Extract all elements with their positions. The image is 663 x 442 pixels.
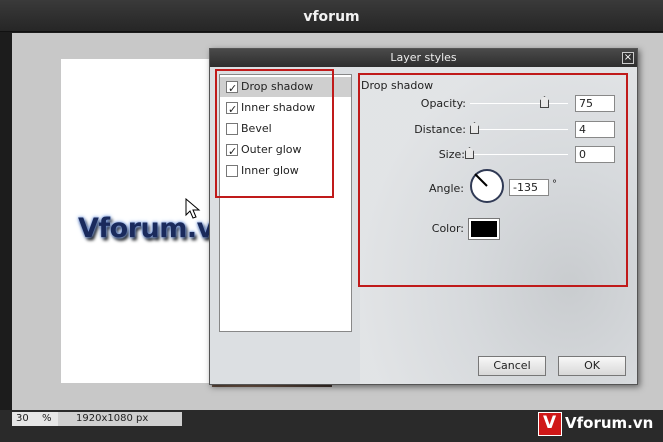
dialog-title-bar[interactable]: Layer styles × — [210, 49, 637, 67]
watermark: V Vforum.vn — [538, 412, 663, 436]
close-icon[interactable]: × — [622, 52, 634, 64]
zoom-value: 30 — [16, 413, 29, 424]
watermark-logo: V — [538, 412, 562, 436]
zoom-unit: % — [42, 413, 52, 424]
watermark-text: Vforum.vn — [565, 414, 654, 432]
highlight-box-settings — [358, 73, 628, 287]
app-title: vforum — [303, 9, 360, 25]
arrow-cursor-icon — [185, 198, 201, 219]
image-size-label: 1920x1080 px — [58, 412, 182, 426]
zoom-field[interactable]: 30 % — [12, 412, 58, 426]
highlight-box-styles — [215, 69, 334, 198]
ok-button[interactable]: OK — [558, 356, 626, 376]
cancel-button[interactable]: Cancel — [478, 356, 546, 376]
dialog-title: Layer styles — [390, 51, 457, 64]
app-title-bar: vforum — [0, 0, 663, 32]
